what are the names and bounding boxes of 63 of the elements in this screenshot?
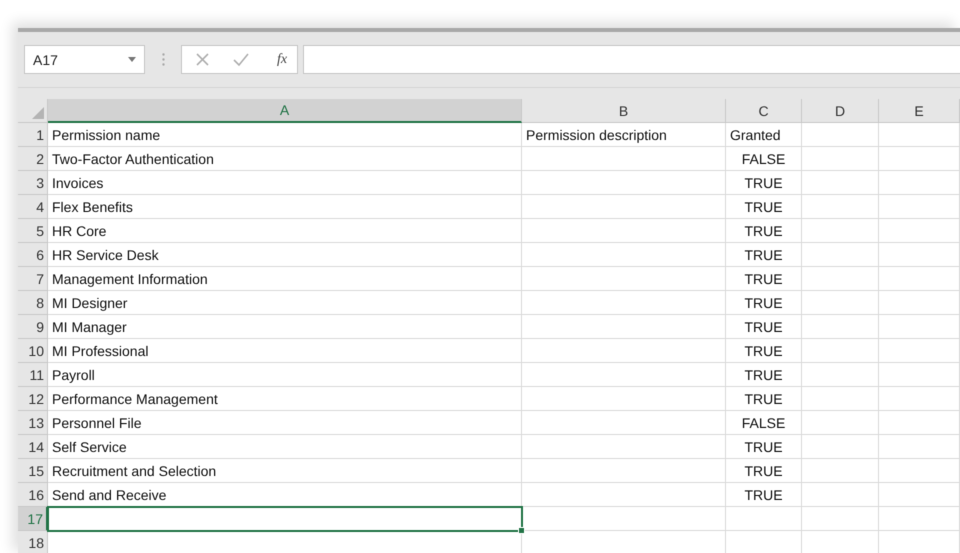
select-all-icon[interactable] (32, 107, 44, 119)
table-cell: Recruitment and Selection (48, 459, 522, 483)
row-header[interactable]: 16 (18, 483, 48, 507)
table-cell: TRUE (726, 195, 802, 219)
row-header[interactable]: 13 (18, 411, 48, 435)
formula-input[interactable] (303, 45, 960, 74)
table-cell: Two-Factor Authentication (48, 147, 522, 171)
table-cell: TRUE (726, 483, 802, 507)
table-cell: TRUE (726, 291, 802, 315)
table-cell: Performance Management (48, 387, 522, 411)
table-cell: Self Service (48, 435, 522, 459)
table-cell: TRUE (726, 339, 802, 363)
table-cell: TRUE (726, 315, 802, 339)
column-header[interactable]: B (522, 99, 726, 123)
table-cell: MI Manager (48, 315, 522, 339)
table-cell: Granted (726, 123, 802, 147)
row-header[interactable]: 10 (18, 339, 48, 363)
table-cell: Management Information (48, 267, 522, 291)
table-cell: Payroll (48, 363, 522, 387)
column-header[interactable]: D (802, 99, 879, 123)
row-header[interactable]: 8 (18, 291, 48, 315)
table-cell: TRUE (726, 267, 802, 291)
table-cell: Permission description (522, 123, 726, 147)
row-header[interactable]: 3 (18, 171, 48, 195)
column-header[interactable]: E (879, 99, 960, 123)
table-cell: Permission name (48, 123, 522, 147)
row-header[interactable]: 18 (18, 531, 48, 553)
table-cell: FALSE (726, 411, 802, 435)
table-cell: MI Designer (48, 291, 522, 315)
table-cell: TRUE (726, 219, 802, 243)
row-header[interactable]: 4 (18, 195, 48, 219)
table-cell: TRUE (726, 243, 802, 267)
table-cell: HR Service Desk (48, 243, 522, 267)
table-cell: FALSE (726, 147, 802, 171)
row-header[interactable]: 12 (18, 387, 48, 411)
table-cell: TRUE (726, 387, 802, 411)
table-cell: Invoices (48, 171, 522, 195)
table-cell: TRUE (726, 171, 802, 195)
row-header[interactable]: 2 (18, 147, 48, 171)
row-header[interactable]: 14 (18, 435, 48, 459)
grip-icon (162, 53, 164, 66)
row-header[interactable]: 9 (18, 315, 48, 339)
table-cell: MI Professional (48, 339, 522, 363)
table-cell: Send and Receive (48, 483, 522, 507)
table-cell: TRUE (726, 363, 802, 387)
table-cell: TRUE (726, 459, 802, 483)
active-cell[interactable] (48, 507, 522, 531)
name-box[interactable]: A17 (24, 45, 145, 74)
dropdown-caret-icon[interactable] (128, 57, 136, 62)
column-header[interactable]: C (726, 99, 802, 123)
row-header[interactable]: 5 (18, 219, 48, 243)
row-header[interactable]: 6 (18, 243, 48, 267)
column-header[interactable]: A (48, 99, 522, 123)
table-cell: TRUE (726, 435, 802, 459)
table-cell: HR Core (48, 219, 522, 243)
row-header[interactable]: 11 (18, 363, 48, 387)
row-header[interactable]: 7 (18, 267, 48, 291)
table-cell: Flex Benefits (48, 195, 522, 219)
row-header[interactable]: 1 (18, 123, 48, 147)
row-header[interactable]: 15 (18, 459, 48, 483)
row-header[interactable]: 17 (18, 507, 48, 531)
insert-function-button[interactable]: fx (273, 52, 288, 68)
table-cell: Personnel File (48, 411, 522, 435)
